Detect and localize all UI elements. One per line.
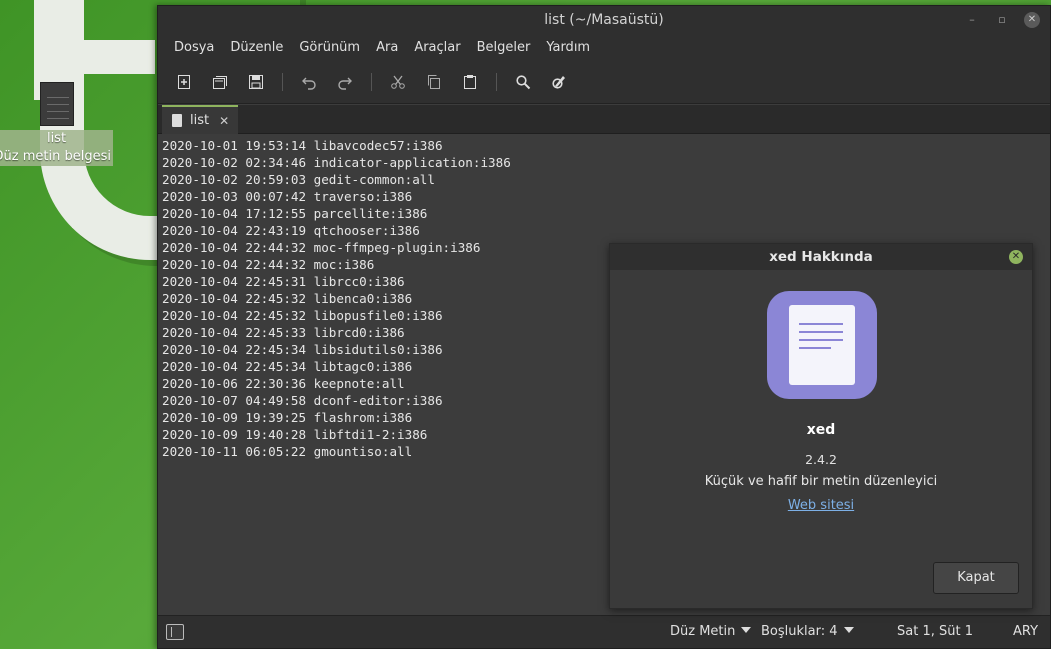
about-app-name: xed: [806, 422, 836, 438]
save-icon[interactable]: [242, 68, 270, 96]
window-title: list (~/Masaüstü): [544, 12, 664, 28]
close-icon[interactable]: ✕: [1024, 12, 1040, 28]
menu-araclar[interactable]: Araçlar: [406, 40, 468, 55]
menu-dosya[interactable]: Dosya: [166, 40, 222, 55]
xed-window: list (~/Masaüstü) – ▫ ✕ Dosya Düzenle Gö…: [157, 5, 1051, 649]
tab-close-icon[interactable]: ✕: [219, 114, 229, 128]
about-dialog: xed Hakkında ✕ xed 2.4.2 Küçük ve hafif …: [609, 243, 1033, 609]
tab-width-selector[interactable]: Boşluklar: 4: [761, 616, 854, 648]
tab-width-label: Boşluklar: 4: [761, 624, 838, 639]
tab-list[interactable]: list ✕: [162, 105, 238, 134]
desktop-file-name: list: [0, 130, 113, 148]
toolbar: [158, 60, 1050, 104]
side-panel-toggle-icon[interactable]: [166, 624, 184, 640]
maximize-icon[interactable]: ▫: [994, 12, 1010, 28]
new-document-icon[interactable]: [170, 68, 198, 96]
language-label: Düz Metin: [670, 624, 736, 639]
about-titlebar[interactable]: xed Hakkında ✕: [610, 244, 1032, 270]
about-description: Küçük ve hafif bir metin düzenleyici: [704, 474, 938, 489]
minimize-icon[interactable]: –: [964, 12, 980, 28]
toolbar-separator: [282, 72, 283, 91]
editor-line: 2020-10-02 02:34:46 indicator-applicatio…: [162, 155, 511, 170]
toolbar-separator: [496, 72, 497, 91]
window-titlebar[interactable]: list (~/Masaüstü) – ▫ ✕: [158, 6, 1050, 34]
tabbar: list ✕: [158, 105, 1050, 134]
toolbar-separator: [371, 72, 372, 91]
document-icon: [172, 114, 182, 127]
insert-mode: ARY: [1013, 624, 1039, 639]
menu-duzenle[interactable]: Düzenle: [222, 40, 291, 55]
redo-icon[interactable]: [331, 68, 359, 96]
copy-icon[interactable]: [420, 68, 448, 96]
editor-line: 2020-10-04 22:43:19 qtchooser:i386: [162, 223, 420, 238]
about-version: 2.4.2: [805, 452, 837, 467]
menu-yardim[interactable]: Yardım: [538, 40, 598, 55]
menubar: Dosya Düzenle Görünüm Ara Araçlar Belgel…: [158, 34, 1050, 60]
desktop-file-icon[interactable]: list Düz metin belgesi: [0, 82, 113, 166]
close-icon[interactable]: ✕: [1009, 250, 1023, 264]
editor-line: 2020-10-04 17:12:55 parcellite:i386: [162, 206, 428, 221]
tab-label: list: [190, 113, 210, 128]
paste-icon[interactable]: [456, 68, 484, 96]
cut-icon[interactable]: [384, 68, 412, 96]
statusbar: Düz Metin Boşluklar: 4 Sat 1, Süt 1 ARY: [158, 615, 1050, 648]
chevron-down-icon: [741, 627, 752, 633]
mint-logo-part: [60, 40, 155, 74]
menu-belgeler[interactable]: Belgeler: [469, 40, 539, 55]
editor-line: 2020-10-01 19:53:14 libavcodec57:i386: [162, 138, 443, 153]
menu-gorunum[interactable]: Görünüm: [291, 40, 368, 55]
text-file-icon: [39, 82, 74, 126]
search-icon[interactable]: [509, 68, 537, 96]
close-button[interactable]: Kapat: [933, 562, 1019, 594]
desktop-file-type: Düz metin belgesi: [0, 148, 113, 166]
cursor-position: Sat 1, Süt 1: [897, 624, 973, 639]
language-selector[interactable]: Düz Metin: [670, 616, 752, 648]
undo-icon[interactable]: [295, 68, 323, 96]
editor-line: 2020-10-03 00:07:42 traverso:i386: [162, 189, 413, 204]
chevron-down-icon: [843, 627, 854, 633]
about-title: xed Hakkında: [769, 249, 873, 265]
editor-line: 2020-10-02 20:59:03 gedit-common:all: [162, 172, 435, 187]
xed-logo-icon: [767, 291, 877, 399]
replace-icon[interactable]: [545, 68, 573, 96]
new-window-icon[interactable]: [206, 68, 234, 96]
menu-ara[interactable]: Ara: [368, 40, 406, 55]
website-link[interactable]: Web sitesi: [610, 498, 1032, 513]
